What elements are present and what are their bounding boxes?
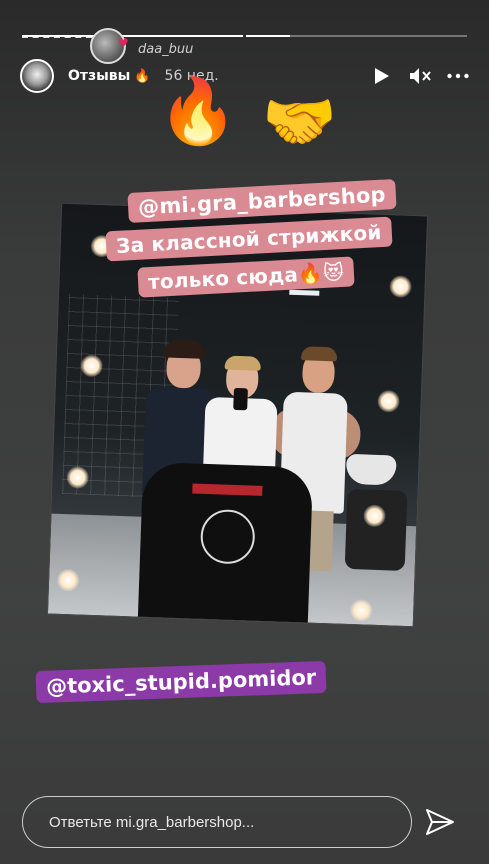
- fire-emoji-sticker: 🔥: [158, 75, 238, 149]
- more-icon[interactable]: [447, 65, 469, 87]
- story-viewer: ♥ daa_buu Отзывы 🔥 56 нед. 🔥 🤝 @mi.gra_b…: [0, 0, 489, 864]
- heart-icon: ♥: [118, 36, 129, 50]
- handshake-emoji-sticker: 🤝: [262, 87, 337, 157]
- mute-icon[interactable]: [409, 65, 431, 87]
- story-header: Отзывы 🔥 56 нед.: [20, 58, 469, 94]
- repost-username[interactable]: daa_buu: [138, 42, 193, 57]
- play-icon[interactable]: [371, 65, 393, 87]
- story-controls: [371, 65, 469, 87]
- username-emoji: 🔥: [134, 68, 151, 84]
- reply-placeholder: Ответьте mi.gra_barbershop...: [49, 813, 255, 831]
- progress-segment: [246, 35, 467, 37]
- mention-sticker-bottom[interactable]: @toxic_stupid.pomidor: [35, 660, 327, 704]
- avatar[interactable]: [20, 59, 54, 93]
- story-username[interactable]: Отзывы: [68, 68, 130, 84]
- progress-dashed-line: [22, 36, 92, 38]
- reply-input[interactable]: Ответьте mi.gra_barbershop...: [22, 796, 412, 848]
- send-icon[interactable]: [424, 806, 456, 838]
